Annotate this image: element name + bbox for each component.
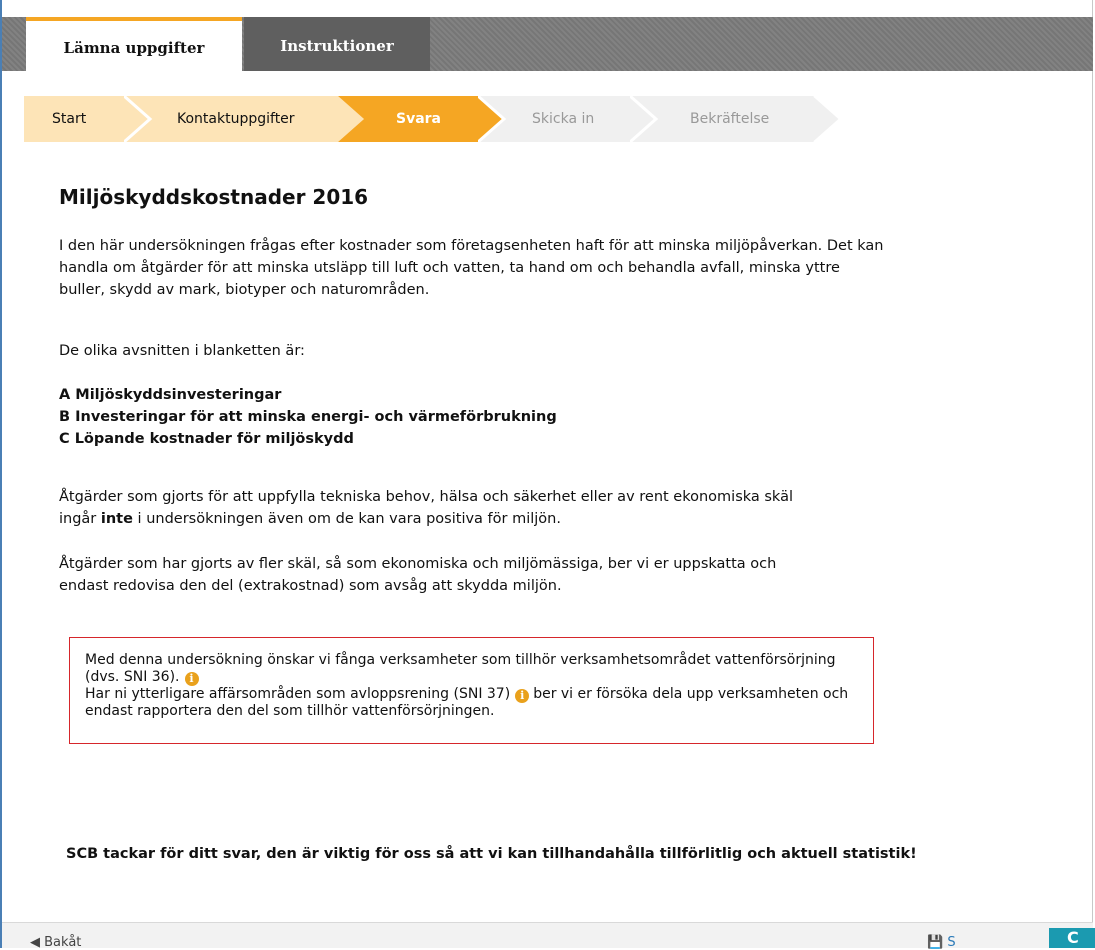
step-skicka-in-label: Skicka in [532,111,595,127]
step-bekraftelse-label: Bekräftelse [690,111,770,127]
step-start-label: Start [52,111,87,127]
info-line-2-start: Har ni ytterligare affärsområden som avl… [85,686,511,702]
exclusion-text-end: i undersökningen även om de kan vara pos… [132,511,561,527]
progress-stepper: Start Kontaktuppgifter Svara Skicka in B… [24,96,840,142]
step-svara-label: Svara [396,111,442,127]
tab-lamna-uppgifter[interactable]: Lämna uppgifter [26,17,242,71]
intro-paragraph: I den här undersökningen frågas efter ko… [59,238,884,298]
next-button[interactable]: C [1049,928,1095,948]
info-icon[interactable]: i [515,689,530,703]
app-frame [0,0,1093,948]
section-a: A Miljöskyddsinvesteringar [59,387,282,403]
step-kontaktuppgifter-label: Kontaktuppgifter [177,111,295,127]
section-b: B Investeringar för att minska energi- o… [59,409,557,425]
step-bekraftelse: Bekräftelse [630,96,840,142]
page-title: Miljöskyddskostnader 2016 [59,185,369,209]
thank-you-message: SCB tackar för ditt svar, den är viktig … [66,846,917,862]
exclusion-paragraph: Åtgärder som gjorts för att uppfylla tek… [59,486,799,530]
step-kontaktuppgifter: Kontaktuppgifter [124,96,364,142]
section-c: C Löpande kostnader för miljöskydd [59,431,354,447]
tab-bar: Lämna uppgifter Instruktioner [2,17,1093,71]
estimation-paragraph: Åtgärder som har gjorts av fler skäl, så… [59,556,777,594]
tab-instruktioner[interactable]: Instruktioner [244,17,430,71]
section-list: A Miljöskyddsinvesteringar B Investering… [59,384,557,450]
info-box: Med denna undersökning önskar vi fånga v… [69,637,874,744]
exclusion-emphasis: inte [100,511,133,527]
info-icon[interactable]: i [184,672,199,686]
sections-intro: De olika avsnitten i blanketten är: [59,343,305,359]
